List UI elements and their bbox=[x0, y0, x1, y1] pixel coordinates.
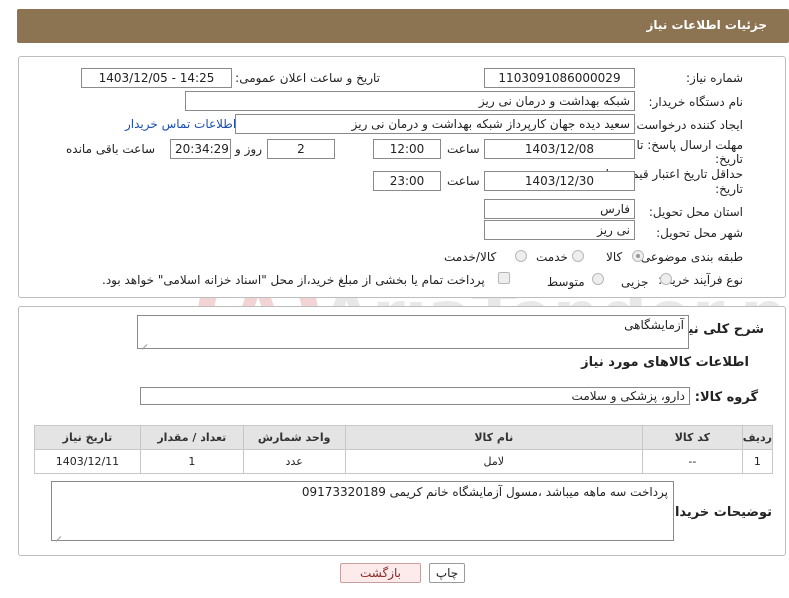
col-header-code: کد کالا bbox=[641, 425, 743, 450]
col-header-unit: واحد شمارش bbox=[242, 425, 346, 450]
remaining-time-field: 20:34:29 bbox=[170, 139, 231, 159]
need-number-field: 1103091086000029 bbox=[484, 68, 635, 88]
goods-group-label: گروه کالا: bbox=[694, 390, 758, 405]
process-radio-medium[interactable] bbox=[592, 273, 604, 285]
creator-label: ایجاد کننده درخواست: bbox=[632, 118, 743, 132]
category-label: طبقه بندی موضوعی: bbox=[636, 250, 743, 264]
city-field: نی ریز bbox=[484, 220, 635, 240]
days-label: روز و bbox=[235, 142, 262, 156]
page-header: جزئیات اطلاعات نیاز bbox=[17, 9, 789, 43]
announce-datetime-field: 1403/12/05 - 14:25 bbox=[81, 68, 232, 88]
buyer-notes-text: پرداخت سه ماهه میباشد ،مسول آزمایشگاه خا… bbox=[301, 485, 668, 499]
category-radio-goods[interactable] bbox=[632, 250, 644, 262]
creator-field: سعید دیده جهان کارپرداز شبکه بهداشت و در… bbox=[235, 114, 635, 134]
cell-row-number: 1 bbox=[741, 449, 774, 474]
goods-group-field: دارو، پزشکی و سلامت bbox=[140, 387, 690, 405]
price-time-label: ساعت bbox=[447, 174, 480, 188]
cell-need-date: 1403/12/11 bbox=[34, 449, 141, 474]
goods-info-title: اطلاعات کالاهای مورد نیاز bbox=[581, 355, 749, 370]
process-option-minor: جزیی bbox=[621, 275, 649, 289]
category-radio-service[interactable] bbox=[572, 250, 584, 262]
days-remaining-field: 2 bbox=[267, 139, 335, 159]
treasury-payment-note: پرداخت تمام یا بخشی از مبلغ خرید،از محل … bbox=[102, 273, 485, 287]
buyer-org-field: شبکه بهداشت و درمان نی ریز bbox=[185, 91, 635, 111]
goods-table: ردیف کد کالا نام کالا واحد شمارش تعداد /… bbox=[34, 425, 774, 474]
print-button[interactable]: چاپ bbox=[429, 563, 465, 583]
category-option-service: خدمت bbox=[536, 250, 568, 264]
price-deadline-date-label: تاریخ: bbox=[715, 182, 743, 196]
description-textarea[interactable]: آزمایشگاهی bbox=[137, 315, 689, 349]
send-deadline-date-label: تاریخ: bbox=[715, 152, 743, 166]
cell-unit: عدد bbox=[242, 449, 346, 474]
page-title: جزئیات اطلاعات نیاز bbox=[646, 18, 767, 32]
description-text: آزمایشگاهی bbox=[624, 318, 684, 332]
process-option-medium: متوسط bbox=[547, 275, 585, 289]
resize-handle-icon[interactable] bbox=[54, 530, 62, 538]
col-header-name: نام کالا bbox=[344, 425, 643, 450]
price-date-field: 1403/12/30 bbox=[484, 171, 635, 191]
send-deadline-label: مهلت ارسال پاسخ: تا bbox=[636, 138, 743, 152]
treasury-checkbox[interactable] bbox=[498, 272, 510, 284]
need-number-label: شماره نیاز: bbox=[686, 71, 743, 85]
col-header-need-date: تاریخ نیاز bbox=[34, 425, 141, 450]
buyer-contact-link[interactable]: اطلاعات تماس خریدار bbox=[125, 117, 236, 131]
province-label: استان محل تحویل: bbox=[648, 205, 743, 219]
process-radio-minor[interactable] bbox=[660, 273, 672, 285]
send-time-field: 12:00 bbox=[373, 139, 441, 159]
announce-label: تاریخ و ساعت اعلان عمومی: bbox=[235, 71, 380, 85]
city-label: شهر محل تحویل: bbox=[656, 226, 743, 240]
cell-code: -- bbox=[641, 449, 743, 474]
col-header-quantity: تعداد / مقدار bbox=[139, 425, 244, 450]
buyer-notes-textarea[interactable]: پرداخت سه ماهه میباشد ،مسول آزمایشگاه خا… bbox=[51, 481, 674, 541]
province-field: فارس bbox=[484, 199, 635, 219]
send-time-label: ساعت bbox=[447, 142, 480, 156]
send-date-field: 1403/12/08 bbox=[484, 139, 635, 159]
buyer-notes-label: توضیحات خریدار: bbox=[662, 505, 772, 520]
goods-table-header-row: ردیف کد کالا نام کالا واحد شمارش تعداد /… bbox=[34, 425, 774, 450]
remaining-time-label: ساعت باقی مانده bbox=[66, 142, 156, 156]
col-header-row-number: ردیف bbox=[741, 425, 774, 450]
resize-handle-icon[interactable] bbox=[140, 338, 148, 346]
cell-quantity: 1 bbox=[139, 449, 244, 474]
cell-name: لامل bbox=[344, 449, 643, 474]
category-radio-both[interactable] bbox=[515, 250, 527, 262]
price-time-field: 23:00 bbox=[373, 171, 441, 191]
buyer-org-label: نام دستگاه خریدار: bbox=[648, 95, 744, 109]
category-option-both: کالا/خدمت bbox=[444, 250, 497, 264]
category-option-goods: کالا bbox=[606, 250, 623, 264]
table-row: 1 -- لامل عدد 1 1403/12/11 bbox=[34, 449, 774, 474]
back-button[interactable]: بازگشت bbox=[340, 563, 421, 583]
